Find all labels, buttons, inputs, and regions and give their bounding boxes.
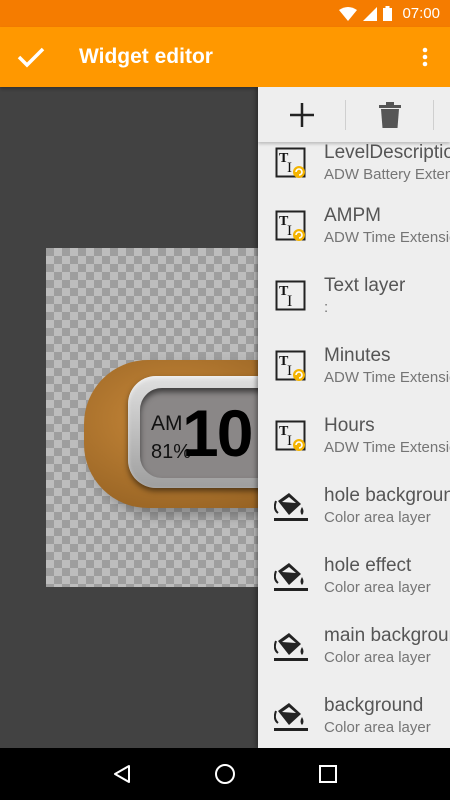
layer-item-text-layer[interactable]: TI Text layer : (258, 261, 450, 331)
status-bar: 07:00 (0, 0, 450, 27)
plus-icon (289, 102, 314, 127)
text-ext-layer-icon: TI (275, 420, 306, 451)
layer-name: AMPM (324, 205, 381, 226)
layer-item-leveldescription[interactable]: TI LevelDescription ADW Battery Extensio… (258, 135, 450, 191)
home-button[interactable] (205, 754, 245, 794)
layer-type: Color area layer (324, 649, 431, 666)
layer-item-hole-background[interactable]: hole background Color area layer (258, 471, 450, 541)
layer-item-hours[interactable]: TI Hours ADW Time Extension (258, 401, 450, 471)
layer-name: hole background (324, 485, 450, 506)
home-circle-icon (214, 764, 235, 784)
svg-text:I: I (287, 293, 292, 310)
layer-name: Minutes (324, 345, 391, 366)
layer-type: ADW Battery Extension (324, 166, 450, 183)
paint-bucket-icon (274, 493, 308, 521)
layer-type: Color area layer (324, 719, 431, 736)
layer-item-minutes[interactable]: TI Minutes ADW Time Extension (258, 331, 450, 401)
recents-square-icon (319, 765, 338, 783)
layer-item-ampm[interactable]: TI AMPM ADW Time Extension (258, 191, 450, 261)
layer-name: background (324, 695, 424, 716)
status-time: 07:00 (402, 5, 440, 22)
widget-ampm-text: AM (151, 412, 183, 435)
layer-type: ADW Time Extension (324, 229, 450, 246)
svg-text:I: I (287, 223, 292, 239)
paint-bucket-icon (274, 703, 308, 731)
layer-name: LevelDescription (324, 142, 450, 163)
widget-preview[interactable]: AM 81% 10 (46, 248, 259, 587)
add-layer-button[interactable] (258, 87, 345, 142)
layer-item-hole-effect[interactable]: hole effect Color area layer (258, 541, 450, 611)
app-toolbar: Widget editor (0, 27, 450, 87)
layer-item-main-background[interactable]: main background Color area layer (258, 611, 450, 681)
check-icon (17, 47, 45, 68)
page-title: Widget editor (79, 45, 213, 68)
layer-name: main background (324, 625, 450, 646)
wifi-icon (339, 6, 358, 21)
layer-type: : (324, 299, 329, 316)
svg-text:I: I (287, 160, 292, 176)
delete-layer-button[interactable] (346, 87, 433, 142)
layer-item-background[interactable]: background Color area layer (258, 681, 450, 748)
battery-icon (383, 6, 393, 21)
more-vert-icon (422, 47, 428, 67)
confirm-button[interactable] (0, 27, 62, 87)
signal-icon (363, 6, 378, 21)
layers-toolbar (258, 87, 450, 142)
recents-button[interactable] (308, 754, 348, 794)
widget-hours-text: 10 (182, 396, 253, 470)
toolbar-divider (433, 99, 434, 130)
layer-name: Text layer (324, 275, 406, 296)
layers-panel: TI LevelDescription ADW Battery Extensio… (258, 87, 450, 748)
paint-bucket-icon (274, 633, 308, 661)
layer-type: ADW Time Extension (324, 439, 450, 456)
svg-text:I: I (287, 363, 292, 379)
back-button[interactable] (102, 754, 142, 794)
paint-bucket-icon (274, 563, 308, 591)
trash-icon (378, 101, 401, 128)
layer-name: hole effect (324, 555, 412, 576)
system-nav-bar (0, 748, 450, 800)
layer-type: Color area layer (324, 579, 431, 596)
layer-list: TI LevelDescription ADW Battery Extensio… (258, 135, 450, 748)
text-layer-icon: TI (275, 280, 306, 311)
overflow-menu-button[interactable] (400, 27, 450, 87)
text-ext-layer-icon: TI (275, 350, 306, 381)
svg-text:I: I (287, 433, 292, 449)
text-ext-layer-icon: TI (275, 147, 306, 178)
layer-name: Hours (324, 415, 375, 436)
layer-type: ADW Time Extension (324, 369, 450, 386)
back-triangle-icon (113, 765, 130, 783)
layer-type: Color area layer (324, 509, 431, 526)
text-ext-layer-icon: TI (275, 210, 306, 241)
